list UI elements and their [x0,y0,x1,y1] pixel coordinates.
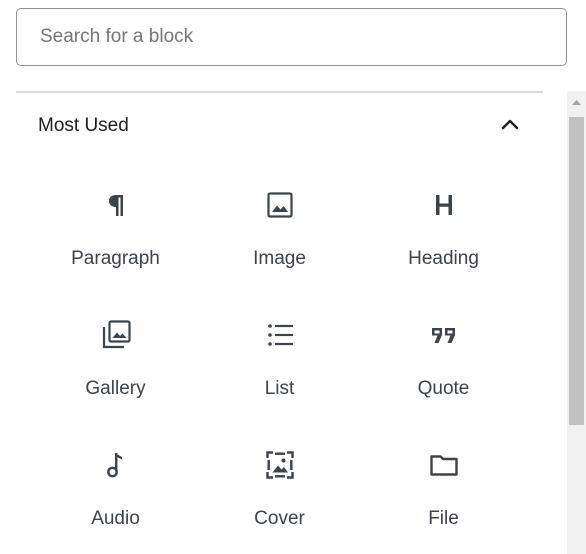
gallery-icon [102,320,131,349]
search-area [0,0,586,91]
block-paragraph[interactable]: Paragraph [34,173,197,291]
heading-icon [436,195,452,215]
block-list[interactable]: List [198,303,361,421]
paragraph-icon [109,195,123,216]
block-label: Heading [408,248,479,269]
block-quote[interactable]: Quote [362,303,525,421]
image-icon [267,192,293,218]
scrollbar[interactable] [567,91,586,554]
list-icon [268,324,293,346]
folder-icon [430,455,458,476]
block-gallery[interactable]: Gallery [34,303,197,421]
block-label: List [264,378,295,399]
chevron-up-icon [501,119,519,130]
scroll-up-arrow-icon[interactable] [567,91,586,115]
panel-header-toggle[interactable]: Most Used [0,93,543,157]
block-heading[interactable]: Heading [362,173,525,291]
block-label: Quote [417,378,470,399]
audio-icon [107,453,122,478]
block-image[interactable]: Image [198,173,361,291]
scrollbar-thumb[interactable] [569,117,584,425]
block-cover[interactable]: Cover [198,433,361,551]
block-file[interactable]: File [362,433,525,551]
panel-title: Most Used [38,115,129,136]
block-label: Gallery [85,378,146,399]
block-audio[interactable]: Audio [34,433,197,551]
search-input[interactable] [16,8,567,66]
block-label: Paragraph [71,248,160,269]
block-inserter: Most Used Paragraph Image [0,0,586,554]
block-label: Audio [91,508,140,529]
cover-icon [266,451,294,479]
quote-icon [432,328,455,343]
block-label: File [428,508,459,529]
block-panel-most-used: Most Used Paragraph Image Heading Galler… [0,93,567,554]
block-label: Cover [254,508,305,529]
block-label: Image [253,248,306,269]
